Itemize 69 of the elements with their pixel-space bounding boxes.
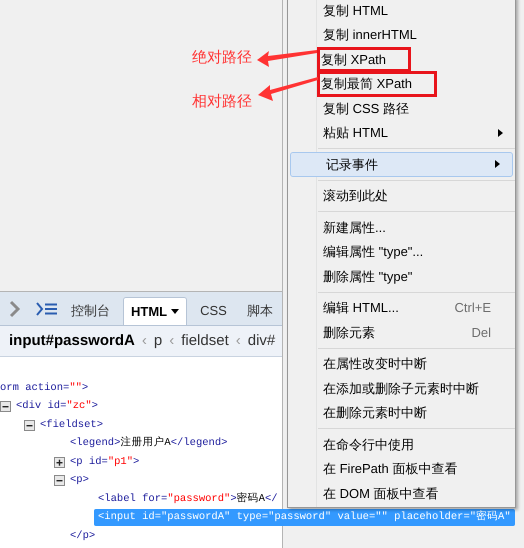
separator-icon: ‹	[169, 330, 174, 352]
menu-label: 新建属性...	[323, 218, 386, 236]
panel-tab[interactable]: HTML	[123, 297, 188, 325]
menu-label: 复制 CSS 路径	[323, 100, 409, 118]
menu-item[interactable]: 在命令行中使用	[288, 432, 515, 456]
annotation-label: 相对路径	[192, 92, 252, 112]
menu-label: 复制最简 XPath	[320, 74, 434, 94]
code-line[interactable]: <label for="password">密码A</	[98, 490, 278, 508]
code-line[interactable]: <fieldset>	[40, 416, 104, 434]
menu-item[interactable]: 复制 CSS 路径	[288, 96, 515, 120]
menu-item[interactable]: 滚动到此处	[288, 184, 515, 208]
menu-label: 在添加或删除子元素时中断	[323, 380, 479, 398]
menu-label: 复制 XPath	[320, 50, 408, 69]
menu-label: 编辑属性 "type"...	[323, 243, 424, 261]
expand-icon[interactable]	[54, 456, 65, 468]
menu-item[interactable]: 删除元素 Del	[288, 320, 515, 344]
collapse-icon[interactable]	[0, 401, 11, 412]
breadcrumb-link[interactable]: div#	[248, 330, 276, 352]
annotation-label: 绝对路径	[192, 48, 252, 68]
menu-label: 复制 innerHTML	[323, 26, 417, 44]
code-line[interactable]: <p>	[70, 472, 89, 490]
shortcut-label: Ctrl+E	[454, 299, 491, 317]
menu-item[interactable]: 编辑属性 "type"...	[288, 240, 515, 264]
menu-item[interactable]: 复制 HTML	[288, 0, 515, 22]
arrow	[257, 50, 317, 67]
collapse-icon[interactable]	[54, 475, 65, 486]
panel-tab[interactable]: CSS	[193, 297, 234, 325]
menu-label: 删除元素	[323, 324, 375, 342]
command-line-icon[interactable]	[36, 302, 58, 316]
menu-item[interactable]: 在属性改变时中断	[288, 352, 515, 376]
menu-item[interactable]: 复制 XPath	[288, 47, 515, 72]
breadcrumb-link[interactable]: fieldset	[181, 330, 229, 352]
menu-item[interactable]: 删除属性 "type"	[288, 264, 515, 288]
chevron-right-icon[interactable]	[8, 300, 22, 318]
menu-item[interactable]: 在删除元素时中断	[288, 400, 515, 425]
menu-label: 滚动到此处	[323, 187, 388, 205]
menu-item[interactable]: 新建属性...	[288, 215, 515, 240]
code-line[interactable]: <legend>注册用户A</legend>	[70, 435, 228, 452]
menu-label: 在属性改变时中断	[323, 355, 427, 373]
arrow	[258, 77, 318, 101]
menu-label: 在 DOM 面板中查看	[323, 484, 439, 502]
collapse-icon[interactable]	[24, 420, 35, 431]
menu-label: 粘贴 HTML	[323, 124, 388, 142]
panel-tab[interactable]: 脚本	[240, 297, 280, 325]
menu-item[interactable]: 复制最简 XPath	[288, 72, 515, 96]
separator-icon: ‹	[236, 330, 241, 352]
code-line[interactable]: </p>	[70, 528, 96, 545]
menu-label: 删除属性 "type"	[323, 268, 412, 286]
menu-item[interactable]: 粘贴 HTML	[288, 120, 515, 145]
menu-item[interactable]: 在添加或删除子元素时中断	[288, 376, 515, 400]
menu-label: 编辑 HTML...	[323, 299, 399, 317]
menu-label: 在删除元素时中断	[323, 404, 427, 422]
code-line[interactable]: <p id="p1">	[70, 454, 140, 471]
menu-item[interactable]: 编辑 HTML... Ctrl+E	[288, 296, 515, 320]
menu-label: 复制 HTML	[323, 2, 388, 20]
menu-item[interactable]: 记录事件	[290, 152, 513, 176]
separator-icon: ‹	[142, 330, 147, 352]
menu-item[interactable]: 在 FirePath 面板中查看	[288, 456, 515, 481]
menu-label: 在命令行中使用	[323, 436, 414, 454]
panel-tab[interactable]: 控制台	[64, 297, 117, 325]
breadcrumb-link[interactable]: p	[154, 330, 162, 352]
menu-item[interactable]: 复制 innerHTML	[288, 22, 515, 47]
menu-item[interactable]: 在 DOM 面板中查看	[288, 481, 515, 506]
shortcut-label: Del	[471, 324, 491, 342]
code-line[interactable]: <div id="zc">	[16, 398, 98, 416]
code-line[interactable]: orm action="">	[0, 380, 88, 397]
breadcrumb-link[interactable]: input#passwordA	[9, 330, 135, 352]
menu-label: 记录事件	[326, 156, 378, 174]
menu-label: 在 FirePath 面板中查看	[323, 460, 458, 478]
